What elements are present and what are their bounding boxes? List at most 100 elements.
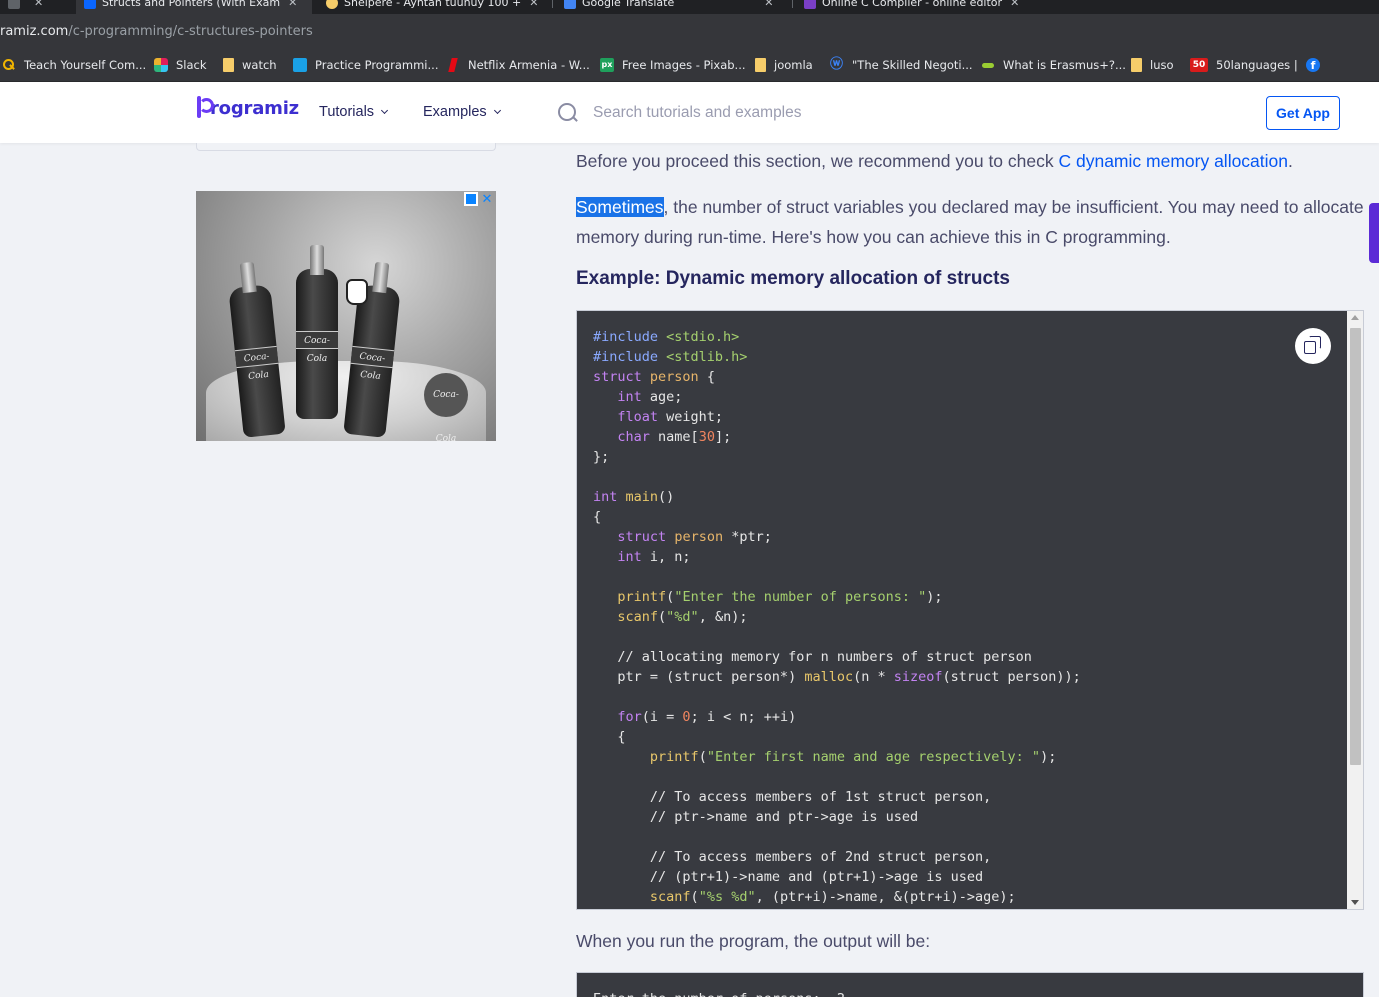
scroll-down-icon[interactable] (1351, 900, 1359, 905)
nav-tutorials[interactable]: Tutorials (319, 104, 389, 120)
selected-text: Sometimes (576, 197, 664, 217)
practice-icon (293, 58, 307, 72)
get-app-button[interactable]: Get App (1266, 96, 1340, 130)
tab-favicon-icon (84, 0, 96, 9)
tab-close-icon[interactable]: ✕ (764, 0, 773, 9)
ad-info-icon[interactable] (464, 192, 478, 206)
browser-tab[interactable]: Online C Compiler - online editor ✕ (796, 0, 1027, 14)
bookmark-luso[interactable]: luso (1131, 57, 1174, 73)
code-line: // allocating memory for n numbers of st… (617, 649, 1032, 665)
code-line: printf("Enter first name and age respect… (649, 749, 1057, 765)
facebook-icon: f (1306, 58, 1320, 72)
intro-paragraph: Before you proceed this section, we reco… (576, 151, 1293, 171)
code-line: // ptr->name and ptr->age is used (649, 809, 919, 825)
pixabay-icon: px (600, 58, 614, 72)
folder-icon (1131, 58, 1142, 72)
bookmark-skilled-negotiator[interactable]: ⓦ "The Skilled Negoti... (830, 57, 973, 73)
advertisement[interactable]: Coca-Cola Coca-Cola Coca-Cola Coca-Cola … (196, 191, 496, 441)
fiftylanguages-icon: 50 (1190, 58, 1208, 72)
ad-brand-logo: Coca-Cola (424, 373, 468, 441)
bookmarks-bar: Teach Yourself Com... Slack watch Practi… (0, 48, 1379, 82)
code-line: struct person *ptr; (617, 529, 772, 545)
site-header: rogramiz Tutorials Examples Get App (0, 82, 1379, 143)
sidebar-card (196, 143, 496, 151)
tab-separator (792, 0, 793, 8)
code-line: int main() (593, 489, 675, 505)
address-bar[interactable]: ramiz.com/c-programming/c-structures-poi… (0, 14, 1379, 48)
tab-favicon-icon (326, 0, 338, 9)
code-block[interactable]: #include <stdio.h> #include <stdlib.h> s… (576, 310, 1364, 910)
tab-close-icon[interactable]: ✕ (529, 0, 538, 9)
wordpress-icon: ⓦ (830, 57, 844, 72)
output-text: Enter the number of persons: 2 (593, 989, 845, 997)
netflix-icon (446, 58, 460, 72)
slack-icon (154, 58, 168, 72)
bookmark-facebook[interactable]: f (1306, 57, 1328, 73)
folder-icon (755, 58, 766, 72)
search-input[interactable] (593, 101, 993, 125)
ad-bottle: Coca-Cola (296, 245, 338, 419)
example-heading: Example: Dynamic memory allocation of st… (576, 268, 1010, 289)
tab-close-icon[interactable]: ✕ (288, 0, 297, 9)
browser-tab[interactable]: Shelpere - Ayntan tuunuy 100 + ✕ (318, 0, 546, 14)
code-line: char name[30]; (617, 429, 732, 445)
edge-feedback-tab[interactable] (1369, 203, 1379, 263)
ad-close-icon[interactable]: ✕ (480, 192, 494, 206)
scrollbar-thumb[interactable] (1350, 328, 1361, 765)
dynamic-memory-link[interactable]: C dynamic memory allocation (1058, 151, 1288, 171)
code-scrollbar[interactable] (1347, 311, 1363, 909)
chevron-down-icon (493, 106, 501, 114)
code-line: struct person { (593, 369, 715, 385)
code-line: for(i = 0; i < n; ++i) (617, 709, 797, 725)
tab-favicon-icon (564, 0, 576, 9)
key-icon (2, 58, 16, 72)
code-line: scanf("%s %d", (ptr+i)->name, &(ptr+i)->… (649, 889, 1016, 905)
programiz-logo[interactable]: rogramiz (196, 96, 299, 120)
tab-close-icon[interactable]: ✕ (34, 0, 43, 9)
folder-icon (223, 58, 234, 72)
tab-close-icon[interactable]: ✕ (1010, 0, 1019, 9)
programiz-logo-icon (196, 96, 214, 120)
browser-tab-active[interactable]: Structs and Pointers (With Exam ✕ (76, 0, 312, 14)
code-line: // To access members of 1st struct perso… (649, 789, 992, 805)
code-line: { (593, 509, 602, 525)
bookmark-practice-programming[interactable]: Practice Programmi... (293, 57, 438, 73)
output-intro: When you run the program, the output wil… (576, 931, 931, 951)
browser-tab[interactable]: ✕ (0, 0, 51, 14)
code-line: ptr = (struct person*) malloc(n * sizeof… (593, 669, 1081, 685)
ad-badges: ✕ (464, 192, 494, 206)
code-line: { (593, 729, 626, 745)
chevron-down-icon (381, 106, 389, 114)
code-text[interactable]: #include <stdio.h> #include <stdlib.h> s… (593, 327, 1081, 907)
search-icon[interactable] (558, 103, 578, 123)
scroll-up-icon[interactable] (1351, 315, 1359, 320)
code-line: // To access members of 2nd struct perso… (649, 849, 992, 865)
code-line: #include <stdlib.h> (593, 349, 748, 365)
code-line: }; (593, 449, 610, 465)
code-line: printf("Enter the number of persons: "); (617, 589, 943, 605)
copy-code-button[interactable] (1295, 328, 1331, 364)
code-line: int i, n; (617, 549, 691, 565)
tab-favicon-icon (8, 0, 20, 9)
code-line: int age; (617, 389, 683, 405)
code-line: scanf("%d", &n); (617, 609, 748, 625)
bookmark-slack[interactable]: Slack (154, 57, 207, 73)
url-text[interactable]: ramiz.com/c-programming/c-structures-poi… (0, 24, 313, 39)
output-block[interactable]: Enter the number of persons: 2 (576, 972, 1364, 997)
hand-pointer-icon (346, 279, 368, 305)
bookmark-50languages[interactable]: 50 50languages | (1190, 57, 1298, 73)
bookmark-pixabay[interactable]: px Free Images - Pixab... (600, 57, 746, 73)
bookmark-netflix[interactable]: Netflix Armenia - W... (446, 57, 590, 73)
browser-tab[interactable]: Google Translate ✕ (556, 0, 781, 14)
code-line: float weight; (617, 409, 724, 425)
browser-tab-strip: ✕ Structs and Pointers (With Exam ✕ Shelp… (0, 0, 1379, 14)
nav-examples[interactable]: Examples (423, 104, 501, 120)
bookmark-teach-yourself[interactable]: Teach Yourself Com... (2, 57, 146, 73)
sometimes-paragraph: Sometimes, the number of struct variable… (576, 197, 1364, 247)
bookmark-watch[interactable]: watch (223, 57, 277, 73)
code-line: // (ptr+1)->name and (ptr+1)->age is use… (649, 869, 984, 885)
bookmark-erasmus[interactable]: What is Erasmus+?... (981, 57, 1126, 73)
code-line: #include <stdio.h> (593, 329, 740, 345)
bookmark-joomla[interactable]: joomla (755, 57, 813, 73)
erasmus-icon (981, 58, 995, 72)
